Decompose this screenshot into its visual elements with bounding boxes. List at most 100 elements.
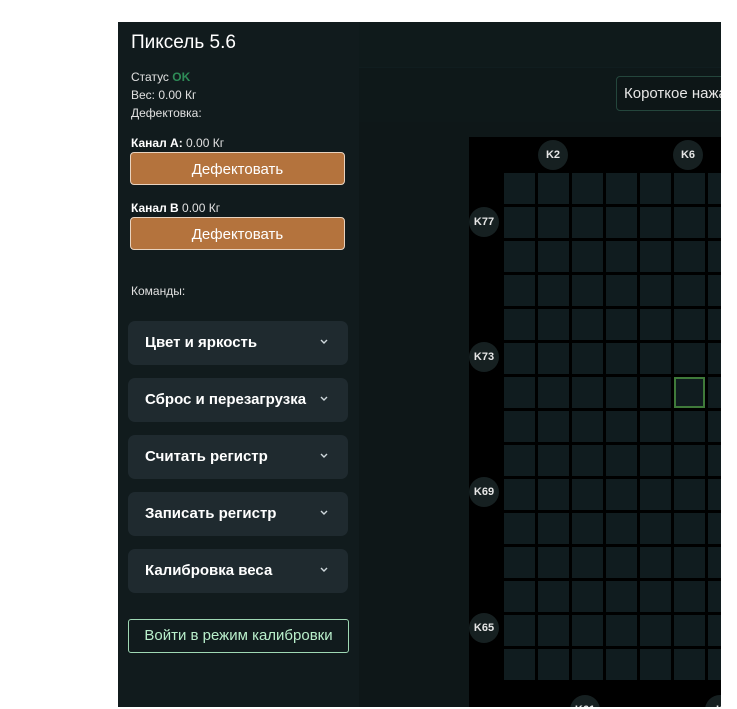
pixel-cell[interactable]: [572, 241, 603, 272]
enter-calibration-button[interactable]: Войти в режим калибровки: [128, 619, 349, 653]
pixel-cell[interactable]: [572, 207, 603, 238]
pixel-cell[interactable]: [606, 173, 637, 204]
pixel-cell[interactable]: [606, 207, 637, 238]
pixel-cell[interactable]: [640, 241, 671, 272]
pixel-cell[interactable]: [640, 445, 671, 476]
pixel-cell[interactable]: [708, 445, 721, 476]
pixel-cell[interactable]: [674, 649, 705, 680]
pixel-cell[interactable]: [538, 309, 569, 340]
pixel-cell[interactable]: [538, 411, 569, 442]
pixel-cell[interactable]: [504, 207, 535, 238]
pixel-cell[interactable]: [572, 411, 603, 442]
pixel-cell[interactable]: [538, 445, 569, 476]
pixel-cell[interactable]: [606, 377, 637, 408]
pixel-cell[interactable]: [572, 547, 603, 578]
accordion-weight-calibration[interactable]: Калибровка веса: [128, 549, 348, 593]
pixel-cell[interactable]: [538, 615, 569, 646]
pixel-cell[interactable]: [606, 649, 637, 680]
pixel-cell[interactable]: [538, 581, 569, 612]
pixel-cell[interactable]: [504, 309, 535, 340]
pixel-cell[interactable]: [504, 513, 535, 544]
pixel-cell[interactable]: [504, 649, 535, 680]
pixel-cell[interactable]: [606, 445, 637, 476]
pixel-cell[interactable]: [606, 479, 637, 510]
accordion-write-register[interactable]: Записать регистр: [128, 492, 348, 536]
pixel-cell[interactable]: [606, 581, 637, 612]
pixel-cell[interactable]: [708, 547, 721, 578]
pixel-cell[interactable]: [640, 343, 671, 374]
pixel-cell[interactable]: [708, 615, 721, 646]
pixel-cell[interactable]: [504, 241, 535, 272]
channel-a-defect-button[interactable]: Дефектовать: [130, 152, 345, 185]
pixel-cell[interactable]: [538, 207, 569, 238]
pixel-cell[interactable]: [504, 173, 535, 204]
pixel-cell[interactable]: [538, 513, 569, 544]
pixel-cell[interactable]: [640, 513, 671, 544]
pixel-cell[interactable]: [606, 343, 637, 374]
pixel-cell[interactable]: [572, 309, 603, 340]
pixel-cell[interactable]: [640, 275, 671, 306]
pixel-cell[interactable]: [674, 173, 705, 204]
pixel-cell[interactable]: [708, 581, 721, 612]
pixel-cell[interactable]: [572, 479, 603, 510]
pixel-cell[interactable]: [640, 377, 671, 408]
pixel-cell[interactable]: [674, 615, 705, 646]
pixel-cell[interactable]: [504, 581, 535, 612]
pixel-cell[interactable]: [640, 581, 671, 612]
pixel-cell[interactable]: [708, 173, 721, 204]
pixel-cell[interactable]: [674, 445, 705, 476]
pixel-cell[interactable]: [640, 173, 671, 204]
pixel-cell-selected[interactable]: [674, 377, 705, 408]
pixel-cell[interactable]: [606, 275, 637, 306]
pixel-cell[interactable]: [640, 479, 671, 510]
pixel-cell[interactable]: [640, 547, 671, 578]
pixel-cell[interactable]: [708, 513, 721, 544]
pixel-cell[interactable]: [674, 581, 705, 612]
pixel-cell[interactable]: [606, 411, 637, 442]
pixel-cell[interactable]: [572, 275, 603, 306]
pixel-cell[interactable]: [572, 513, 603, 544]
accordion-reset-reboot[interactable]: Сброс и перезагрузка: [128, 378, 348, 422]
pixel-cell[interactable]: [606, 241, 637, 272]
pixel-cell[interactable]: [674, 275, 705, 306]
pixel-cell[interactable]: [674, 241, 705, 272]
pixel-cell[interactable]: [538, 377, 569, 408]
pixel-cell[interactable]: [572, 581, 603, 612]
accordion-read-register[interactable]: Считать регистр: [128, 435, 348, 479]
pixel-cell[interactable]: [504, 615, 535, 646]
pixel-cell[interactable]: [572, 615, 603, 646]
channel-b-defect-button[interactable]: Дефектовать: [130, 217, 345, 250]
pixel-cell[interactable]: [708, 377, 721, 408]
pixel-cell[interactable]: [640, 411, 671, 442]
pixel-cell[interactable]: [504, 445, 535, 476]
pixel-cell[interactable]: [504, 479, 535, 510]
pixel-cell[interactable]: [708, 309, 721, 340]
pixel-cell[interactable]: [674, 479, 705, 510]
pixel-cell[interactable]: [674, 309, 705, 340]
pixel-cell[interactable]: [708, 275, 721, 306]
pixel-cell[interactable]: [504, 411, 535, 442]
pixel-cell[interactable]: [708, 241, 721, 272]
accordion-color-brightness[interactable]: Цвет и яркость: [128, 321, 348, 365]
pixel-cell[interactable]: [606, 309, 637, 340]
pixel-cell[interactable]: [572, 173, 603, 204]
pixel-cell[interactable]: [572, 377, 603, 408]
press-mode-select[interactable]: Короткое нажа: [616, 76, 721, 111]
pixel-cell[interactable]: [572, 445, 603, 476]
pixel-cell[interactable]: [504, 377, 535, 408]
pixel-cell[interactable]: [606, 615, 637, 646]
pixel-cell[interactable]: [674, 513, 705, 544]
pixel-cell[interactable]: [708, 343, 721, 374]
pixel-cell[interactable]: [504, 275, 535, 306]
pixel-cell[interactable]: [708, 649, 721, 680]
pixel-cell[interactable]: [640, 309, 671, 340]
pixel-cell[interactable]: [674, 411, 705, 442]
pixel-cell[interactable]: [640, 649, 671, 680]
pixel-cell[interactable]: [572, 649, 603, 680]
pixel-cell[interactable]: [708, 411, 721, 442]
pixel-cell[interactable]: [708, 479, 721, 510]
pixel-cell[interactable]: [674, 547, 705, 578]
pixel-cell[interactable]: [538, 547, 569, 578]
pixel-cell[interactable]: [538, 479, 569, 510]
pixel-cell[interactable]: [538, 173, 569, 204]
